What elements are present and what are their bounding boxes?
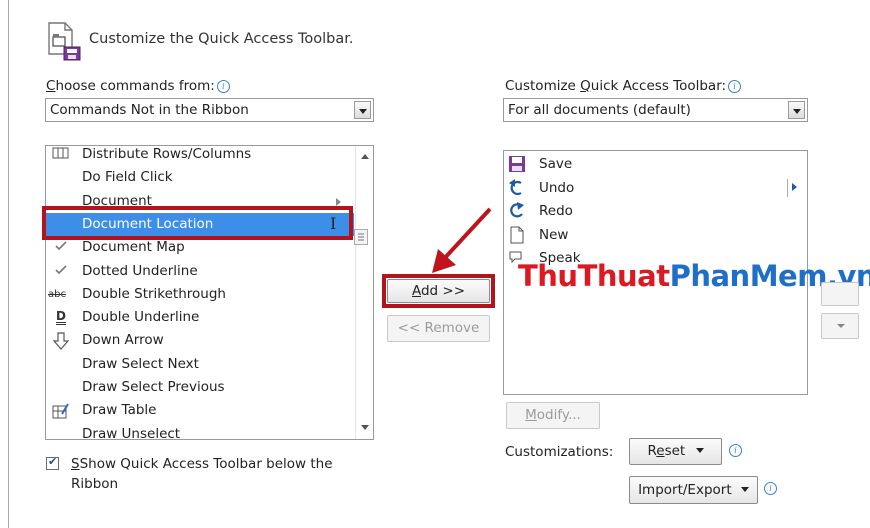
info-icon[interactable]: i [216, 80, 230, 93]
chevron-down-icon[interactable] [788, 101, 805, 119]
abc-strike-icon: abc [48, 288, 66, 300]
command-list-item-label: Down Arrow [82, 332, 164, 349]
toolbar-customize-icon [45, 21, 81, 61]
remove-button[interactable]: << Remove [387, 315, 490, 342]
toolbar-list-item[interactable]: Redo [504, 200, 804, 223]
command-list-item[interactable]: Do Field Click [46, 166, 354, 189]
command-list-item[interactable]: abc Double Strikethrough [46, 283, 354, 306]
move-down-button[interactable] [821, 313, 859, 339]
customize-toolbar-accesskey: Q [580, 78, 591, 94]
separator-marker [787, 179, 788, 197]
add-button-label: dd >> [420, 283, 466, 299]
chevron-down-icon [837, 324, 845, 328]
command-list-item-label: Document Map [82, 239, 185, 256]
command-list-item-label: Double Underline [82, 309, 200, 326]
choose-commands-label: Choose commands from: i [46, 78, 230, 94]
toolbar-list-item-label: Save [539, 156, 573, 172]
command-list-item[interactable]: D Double Underline [46, 306, 354, 329]
choose-commands-text: hoose commands from: [55, 78, 215, 94]
table-grid-icon [52, 146, 70, 162]
customize-toolbar-combo[interactable]: For all documents (default) [503, 98, 808, 122]
command-list-item[interactable]: Draw Unselect [46, 423, 354, 440]
command-list-item-label: Draw Table [82, 402, 157, 419]
new-document-icon [508, 226, 526, 244]
toolbar-list-item[interactable]: Save [504, 153, 804, 176]
chevron-down-icon [740, 487, 749, 492]
info-icon[interactable]: i [729, 444, 742, 457]
show-toolbar-label-line2: Ribbon [71, 476, 119, 492]
import-export-label: Import/Export [638, 482, 732, 498]
command-list-item[interactable]: Draw Table [46, 399, 354, 422]
show-toolbar-checkbox[interactable] [46, 455, 59, 470]
info-icon[interactable]: i [728, 80, 742, 93]
command-list-item-label: Draw Select Previous [82, 379, 225, 395]
chevron-down-icon [695, 448, 704, 453]
toolbar-list-item-label: Redo [539, 203, 573, 219]
customize-toolbar-value: For all documents (default) [508, 102, 691, 118]
command-list-item[interactable]: Draw Select Next [46, 353, 354, 376]
modify-button-label: odify... [536, 407, 581, 423]
watermark-part2: PhanMem [669, 259, 828, 293]
scroll-thumb[interactable] [354, 229, 368, 245]
commands-list[interactable]: Distribute Rows/Columns Do Field Click Doc… [45, 145, 374, 440]
move-up-button[interactable] [821, 282, 859, 306]
check-icon [52, 263, 70, 279]
toolbar-list-item[interactable]: New [504, 224, 804, 247]
import-export-button[interactable]: Import/Export [629, 476, 758, 504]
submenu-arrow-icon [336, 197, 341, 206]
commands-scrollbar[interactable] [355, 146, 373, 439]
customize-toolbar-text1: Customize [505, 78, 581, 94]
show-toolbar-text: Show Quick Access Toolbar below the [79, 456, 333, 472]
command-list-item[interactable]: Down Arrow [46, 329, 354, 352]
scroll-up-icon[interactable] [356, 150, 373, 162]
redo-icon [508, 202, 526, 220]
info-icon[interactable]: i [764, 482, 777, 495]
command-list-item-label: Double Strikethrough [82, 285, 226, 302]
customizations-label: Customizations: [505, 444, 614, 460]
command-list-item[interactable]: Dotted Underline [46, 260, 354, 283]
double-underline-icon: D [56, 309, 66, 326]
command-list-item[interactable]: Draw Select Previous [46, 376, 354, 399]
pointer-arrow-graphic [432, 207, 492, 273]
reset-button[interactable]: Reset [629, 438, 722, 465]
modify-button[interactable]: Modify... [506, 402, 600, 429]
command-list-item-label: Distribute Rows/Columns [82, 146, 252, 162]
add-button[interactable]: Add >> [387, 279, 490, 303]
scroll-down-icon[interactable] [356, 423, 373, 435]
show-toolbar-label[interactable]: SShow Quick Access Toolbar below the [71, 456, 333, 472]
watermark-text: ThuThuatPhanMem.vn [518, 259, 870, 293]
check-icon [52, 239, 70, 255]
down-arrow-icon [52, 332, 70, 351]
command-list-item-label: Dotted Underline [82, 262, 198, 279]
command-list-item-label: Draw Unselect [82, 425, 181, 440]
selected-command-highlight [42, 206, 353, 240]
expand-arrow-icon[interactable] [792, 183, 797, 191]
command-list-item[interactable]: Distribute Rows/Columns [46, 146, 354, 166]
command-list-item-label: Do Field Click [82, 169, 173, 186]
draw-table-icon [52, 402, 70, 419]
toolbar-list-item-label: Undo [539, 179, 575, 196]
choose-commands-value: Commands Not in the Ribbon [50, 102, 249, 118]
text-cursor-icon: I [330, 214, 337, 233]
toolbar-list-item[interactable]: Undo [504, 177, 804, 200]
choose-commands-combo[interactable]: Commands Not in the Ribbon [45, 98, 374, 122]
chevron-down-icon[interactable] [354, 101, 371, 119]
toolbar-list-item-label: New [539, 226, 569, 243]
customize-toolbar-label: Customize Quick Access Toolbar: i [505, 78, 742, 94]
reset-button-label: Reset [647, 443, 686, 459]
save-icon [508, 155, 526, 173]
undo-icon [508, 178, 526, 197]
command-list-item-label: Draw Select Next [82, 355, 199, 372]
customize-toolbar-text2: uick Access Toolbar: [590, 78, 727, 94]
watermark-part1: ThuThuat [518, 259, 670, 293]
dialog-title: Customize the Quick Access Toolbar. [89, 31, 354, 47]
